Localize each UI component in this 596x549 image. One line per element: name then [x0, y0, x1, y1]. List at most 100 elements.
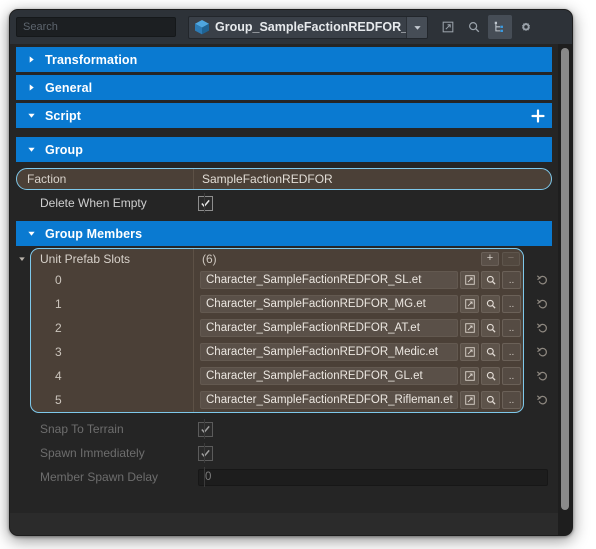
section-title: Transformation [45, 52, 138, 67]
section-transformation[interactable]: Transformation [16, 47, 552, 72]
settings-button[interactable] [514, 15, 538, 39]
resource-path-field[interactable]: Character_SampleFactionREDFOR_Medic.et [200, 343, 458, 361]
locate-resource-button[interactable] [481, 271, 500, 289]
hierarchy-button[interactable] [488, 15, 512, 39]
add-script-button[interactable] [531, 108, 545, 123]
locate-resource-button[interactable] [481, 391, 500, 409]
column-divider [204, 467, 205, 487]
member-spawn-delay-field[interactable]: 0 [198, 468, 548, 486]
locate-resource-button[interactable] [481, 319, 500, 337]
column-divider [204, 419, 205, 439]
section-script[interactable]: Script [16, 103, 552, 128]
snap-to-terrain-checkbox[interactable] [198, 421, 213, 437]
locate-resource-button[interactable] [481, 295, 500, 313]
resource-path-field[interactable]: Character_SampleFactionREDFOR_SL.et [200, 271, 458, 289]
delete-when-empty-label: Delete When Empty [40, 196, 147, 210]
revert-arrow-icon[interactable] [532, 339, 552, 363]
vertical-scrollbar[interactable] [558, 44, 572, 535]
chevron-down-icon [24, 111, 38, 120]
row-index: 5 [55, 393, 62, 407]
section-title: General [45, 80, 93, 95]
property-row-spawn-immediately: Spawn Immediately [16, 441, 552, 465]
more-options-button[interactable]: .. [502, 343, 521, 361]
toolbar: Group_SampleFactionREDFOR_Rifl [10, 10, 572, 44]
find-button[interactable] [462, 15, 486, 39]
array-header-row: Unit Prefab Slots (6) + − [31, 249, 523, 268]
resource-path-field[interactable]: Character_SampleFactionREDFOR_Rifleman.e… [200, 391, 458, 409]
faction-value[interactable]: SampleFactionREDFOR [194, 172, 333, 186]
column-divider [193, 388, 194, 412]
faction-label: Faction [27, 172, 67, 186]
locate-resource-button[interactable] [481, 367, 500, 385]
entity-properties-window: Group_SampleFactionREDFOR_Rifl [9, 9, 573, 536]
resource-path-field[interactable]: Character_SampleFactionREDFOR_MG.et [200, 295, 458, 313]
column-divider [193, 268, 194, 292]
revert-arrow-icon[interactable] [532, 291, 552, 315]
member-spawn-delay-label: Member Spawn Delay [40, 470, 159, 484]
spawn-immediately-checkbox[interactable] [198, 445, 213, 461]
snap-to-terrain-label: Snap To Terrain [40, 422, 124, 436]
array-row: 3 Character_SampleFactionREDFOR_Medic.et [31, 340, 523, 364]
column-divider [193, 364, 194, 388]
column-divider [193, 292, 194, 316]
triangle-down-icon[interactable] [16, 253, 28, 265]
more-options-button[interactable]: .. [502, 271, 521, 289]
properties-panel: Transformation General Script Group Fact… [10, 44, 558, 535]
revert-arrow-icon[interactable] [532, 315, 552, 339]
column-divider [204, 193, 205, 213]
revert-arrow-icon[interactable] [532, 387, 552, 411]
array-row: 5 Character_SampleFactionREDFOR_Rifleman… [31, 388, 523, 412]
row-index: 3 [55, 345, 62, 359]
chevron-right-icon [24, 83, 38, 92]
open-external-button[interactable] [436, 15, 460, 39]
chevron-down-icon[interactable] [406, 16, 427, 38]
array-row: 2 Character_SampleFactionREDFOR_AT.et .. [31, 316, 523, 340]
more-options-button[interactable]: .. [502, 391, 521, 409]
search-input[interactable] [16, 17, 176, 37]
section-title: Group [45, 142, 83, 157]
locate-resource-button[interactable] [481, 343, 500, 361]
section-general[interactable]: General [16, 75, 552, 100]
entity-title-text: Group_SampleFactionREDFOR_Rifl [215, 20, 406, 34]
unit-prefab-slots-array: Unit Prefab Slots (6) + − 0 Character_Sa… [16, 248, 552, 413]
resource-path-field[interactable]: Character_SampleFactionREDFOR_GL.et [200, 367, 458, 385]
array-row: 1 Character_SampleFactionREDFOR_MG.et .. [31, 292, 523, 316]
open-resource-button[interactable] [460, 271, 479, 289]
delete-when-empty-checkbox[interactable] [198, 195, 213, 211]
property-row-faction[interactable]: Faction SampleFactionREDFOR [16, 168, 552, 190]
section-group[interactable]: Group [16, 137, 552, 162]
screenshot-root: Group_SampleFactionREDFOR_Rifl [0, 0, 596, 549]
open-resource-button[interactable] [460, 295, 479, 313]
array-row: 4 Character_SampleFactionREDFOR_GL.et .. [31, 364, 523, 388]
more-options-button[interactable]: .. [502, 295, 521, 313]
toolbar-buttons [436, 15, 538, 39]
revert-arrow-icon[interactable] [532, 267, 552, 291]
chevron-right-icon [24, 55, 38, 64]
array-remove-button[interactable]: − [502, 251, 520, 266]
open-resource-button[interactable] [460, 391, 479, 409]
spawn-immediately-label: Spawn Immediately [40, 446, 145, 460]
row-index: 0 [55, 273, 62, 287]
open-resource-button[interactable] [460, 343, 479, 361]
section-title: Script [45, 108, 82, 123]
property-row-member-spawn-delay: Member Spawn Delay 0 [16, 465, 552, 489]
revert-arrow-icon[interactable] [532, 363, 552, 387]
property-row-delete-when-empty: Delete When Empty [16, 191, 552, 215]
prefab-cube-icon [193, 18, 211, 36]
scrollbar-thumb[interactable] [561, 48, 569, 510]
open-resource-button[interactable] [460, 367, 479, 385]
section-group-members[interactable]: Group Members [16, 221, 552, 246]
array-add-button[interactable]: + [481, 251, 499, 266]
more-options-button[interactable]: .. [502, 367, 521, 385]
chevron-down-icon [24, 145, 38, 154]
row-index: 4 [55, 369, 62, 383]
chevron-down-icon [24, 229, 38, 238]
column-divider [193, 316, 194, 340]
column-divider [204, 443, 205, 463]
entity-title-field[interactable]: Group_SampleFactionREDFOR_Rifl [188, 15, 428, 39]
panel-bottom-strip [10, 513, 558, 535]
open-resource-button[interactable] [460, 319, 479, 337]
resource-path-field[interactable]: Character_SampleFactionREDFOR_AT.et [200, 319, 458, 337]
row-index: 2 [55, 321, 62, 335]
more-options-button[interactable]: .. [502, 319, 521, 337]
